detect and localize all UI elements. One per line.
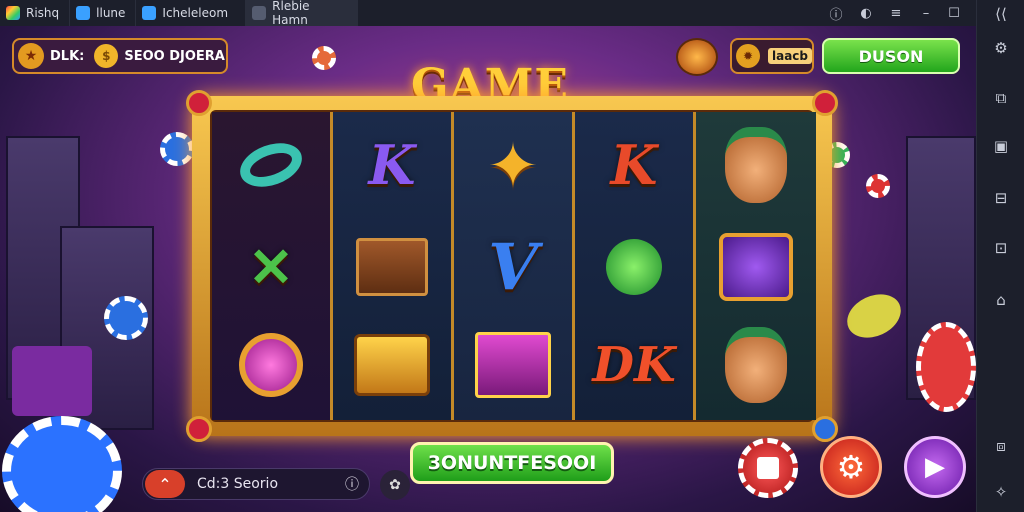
location-icon[interactable]: ⌂ xyxy=(989,288,1013,312)
poker-chip-icon xyxy=(312,46,336,70)
notification-icon[interactable]: ◐ xyxy=(852,0,880,26)
tab-llune[interactable]: llune xyxy=(70,0,137,26)
tab-icheleleom[interactable]: Icheleleom xyxy=(136,0,247,26)
tab-label: Rlebie Hamn xyxy=(272,0,310,27)
letter-k-symbol: K xyxy=(368,133,416,197)
ring-bracelet-icon xyxy=(226,122,316,208)
media-folder-icon[interactable]: ▣ xyxy=(989,134,1013,158)
wood-chest-icon xyxy=(347,224,437,310)
top-action-label: DUSON xyxy=(858,46,924,66)
play-icon: ▶ xyxy=(925,452,945,482)
info-icon[interactable]: ⓘ xyxy=(822,0,850,26)
poker-chip-icon xyxy=(866,174,890,198)
bonus-panel[interactable]: ✹ laacb xyxy=(730,38,814,74)
frame-gem-icon xyxy=(186,416,212,442)
home-icon xyxy=(76,6,91,20)
coin-icon: $ xyxy=(94,44,119,68)
bonus-spin-button[interactable]: 3ONUNTFESOOI xyxy=(410,442,614,484)
collapse-icon[interactable]: ⟨⟨ xyxy=(989,2,1013,26)
minimize-icon[interactable]: – xyxy=(912,0,940,26)
poker-chip-icon xyxy=(916,322,976,412)
player-level-panel[interactable]: ★ DLK: $ SEOO DJOERA xyxy=(12,38,228,74)
pink-box-icon xyxy=(468,322,558,408)
bet-bar[interactable]: ⌃ Cd:3 Seorio ⓘ xyxy=(142,468,370,500)
tab-game-active[interactable]: Rlebie Hamn xyxy=(246,0,359,27)
green-potion-icon xyxy=(589,224,679,310)
bonus-spin-label: 3ONUNTFESOOI xyxy=(427,452,597,474)
poker-chip-icon xyxy=(104,296,148,340)
gift-icon[interactable] xyxy=(676,38,718,76)
bet-back-icon[interactable]: ⌃ xyxy=(145,470,185,498)
letter-v-symbol: V xyxy=(488,229,538,305)
play-spin-button[interactable]: ▶ xyxy=(904,436,966,498)
elf-head-icon xyxy=(711,322,801,408)
emulator-sidebar: ⟨⟨ ⚙ ⧉ ▣ ⊟ ⊡ ⌂ ⧈ ✧ xyxy=(976,0,1024,512)
app-stack-icon xyxy=(6,6,20,20)
player-badge-label: DLK: xyxy=(50,48,85,64)
shake-icon[interactable]: ✧ xyxy=(989,480,1013,504)
poker-chip-icon xyxy=(2,416,122,512)
game-tab-icon xyxy=(252,6,267,20)
tab-label: Icheleleom xyxy=(162,6,229,20)
coin-balance: SEOO DJOERA xyxy=(124,48,225,64)
gold-chest-icon xyxy=(347,322,437,408)
bonus-gear-icon: ✹ xyxy=(736,44,760,68)
keymap-icon[interactable]: ⚙ xyxy=(989,36,1013,60)
green-x-icon: ✕ xyxy=(248,235,294,299)
gold-coin-icon xyxy=(840,286,908,346)
level-star-icon: ★ xyxy=(18,43,44,69)
stop-icon xyxy=(757,457,779,479)
reel-5 xyxy=(696,112,816,420)
frame-gem-icon xyxy=(186,90,212,116)
bonus-label: laacb xyxy=(767,48,812,64)
settings-gear-icon: ⚙ xyxy=(836,448,866,486)
settings-button[interactable]: ⚙ xyxy=(820,436,882,498)
stop-button[interactable] xyxy=(738,438,798,498)
gift-box-icon xyxy=(12,346,92,416)
slot-machine-frame: ✕ K ✦ V K DK xyxy=(186,90,838,442)
maximize-icon[interactable]: ☐ xyxy=(940,0,968,26)
rotate-icon[interactable]: ⊡ xyxy=(989,236,1013,260)
elf-head-icon xyxy=(711,122,801,208)
purple-chest-icon xyxy=(711,224,801,310)
bet-info-icon[interactable]: ⓘ xyxy=(345,474,359,494)
top-action-button[interactable]: DUSON xyxy=(822,38,960,74)
letter-k-symbol: K xyxy=(610,133,658,197)
reel-4: K DK xyxy=(575,112,696,420)
reel-3: ✦ V xyxy=(454,112,575,420)
reel-1: ✕ xyxy=(212,112,333,420)
screenshot-icon[interactable]: ⧉ xyxy=(989,86,1013,110)
apk-install-icon[interactable]: ⊟ xyxy=(989,186,1013,210)
tab-label: Rishq xyxy=(26,6,60,20)
reel-window: ✕ K ✦ V K DK xyxy=(210,110,816,422)
tab-rishq[interactable]: Rishq xyxy=(0,0,71,26)
share-icon[interactable]: ✿ xyxy=(380,470,410,500)
pink-gem-ring-icon xyxy=(226,322,316,408)
game-scene: ★ DLK: $ SEOO DJOERA ✹ laacb DUSON GAME … xyxy=(0,26,976,512)
home-icon xyxy=(142,6,157,20)
poker-chip-icon xyxy=(160,132,194,166)
gold-star-icon: ✦ xyxy=(487,128,539,202)
letters-dk-symbol: DK xyxy=(592,337,676,393)
menu-icon[interactable]: ≡ xyxy=(882,0,910,26)
tab-label: llune xyxy=(96,6,126,20)
bet-label: Cd:3 Seorio xyxy=(197,476,279,492)
settings-sidebar-icon[interactable]: ⧈ xyxy=(989,434,1013,458)
reel-2: K xyxy=(333,112,454,420)
